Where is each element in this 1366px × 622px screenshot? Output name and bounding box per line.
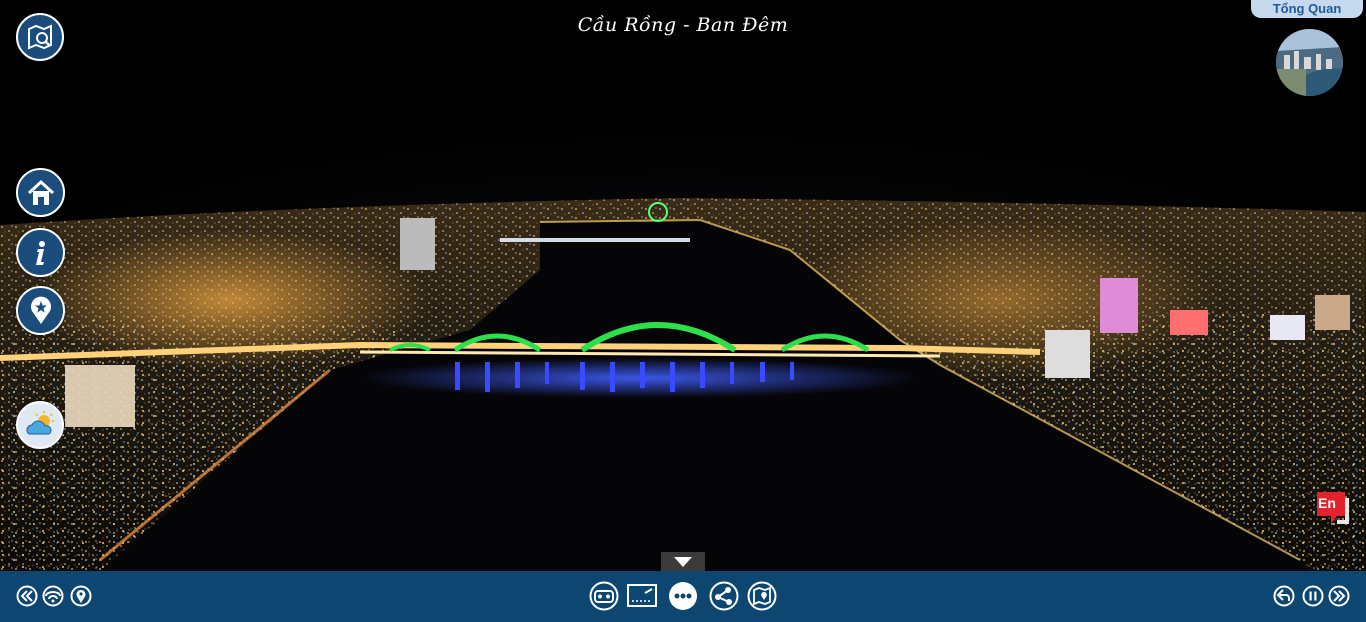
more-icon [669,582,697,610]
map-search-icon [28,24,52,50]
back-button[interactable] [1273,585,1295,607]
home-icon [27,179,54,205]
dashboard-button[interactable] [627,581,657,611]
chevron-down-icon [674,556,692,567]
night-city-panorama [0,0,1366,571]
rewind-icon [16,585,38,607]
map-button[interactable] [747,581,777,611]
pause-icon [1302,585,1324,607]
pause-button[interactable] [1302,585,1324,607]
panorama-view[interactable] [0,0,1366,571]
vr-mode-button[interactable] [589,581,619,611]
map-search-button[interactable] [16,13,64,61]
bottom-toolbar [0,571,1366,622]
home-button[interactable] [16,168,65,217]
location-pin-button[interactable] [70,585,92,607]
vr-icon [589,581,619,611]
location-button[interactable] [16,286,65,335]
dashboard-icon [627,584,657,607]
weather-icon [26,411,54,435]
gyro-button[interactable] [42,585,64,607]
overview-thumbnail[interactable] [1276,29,1343,96]
weather-button[interactable] [16,401,64,449]
rewind-button[interactable] [16,585,38,607]
gyro-icon [42,585,64,607]
language-label: En [1318,495,1336,511]
share-icon [709,581,739,611]
scene-title: Cầu Rồng - Ban Đêm [577,14,789,36]
language-badge[interactable]: En [1315,490,1351,526]
overview-tab[interactable]: Tổng Quan [1251,0,1363,18]
forward-icon [1328,585,1350,607]
location-star-icon [30,296,51,324]
location-pin-icon [70,585,92,607]
share-button[interactable] [709,581,739,611]
map-icon [747,581,777,611]
overview-image [1276,29,1343,96]
info-button[interactable] [16,228,65,277]
collapse-toolbar-button[interactable] [661,552,705,571]
info-icon [35,240,45,265]
back-icon [1273,585,1295,607]
more-options-button[interactable] [668,581,698,611]
forward-button[interactable] [1328,585,1350,607]
